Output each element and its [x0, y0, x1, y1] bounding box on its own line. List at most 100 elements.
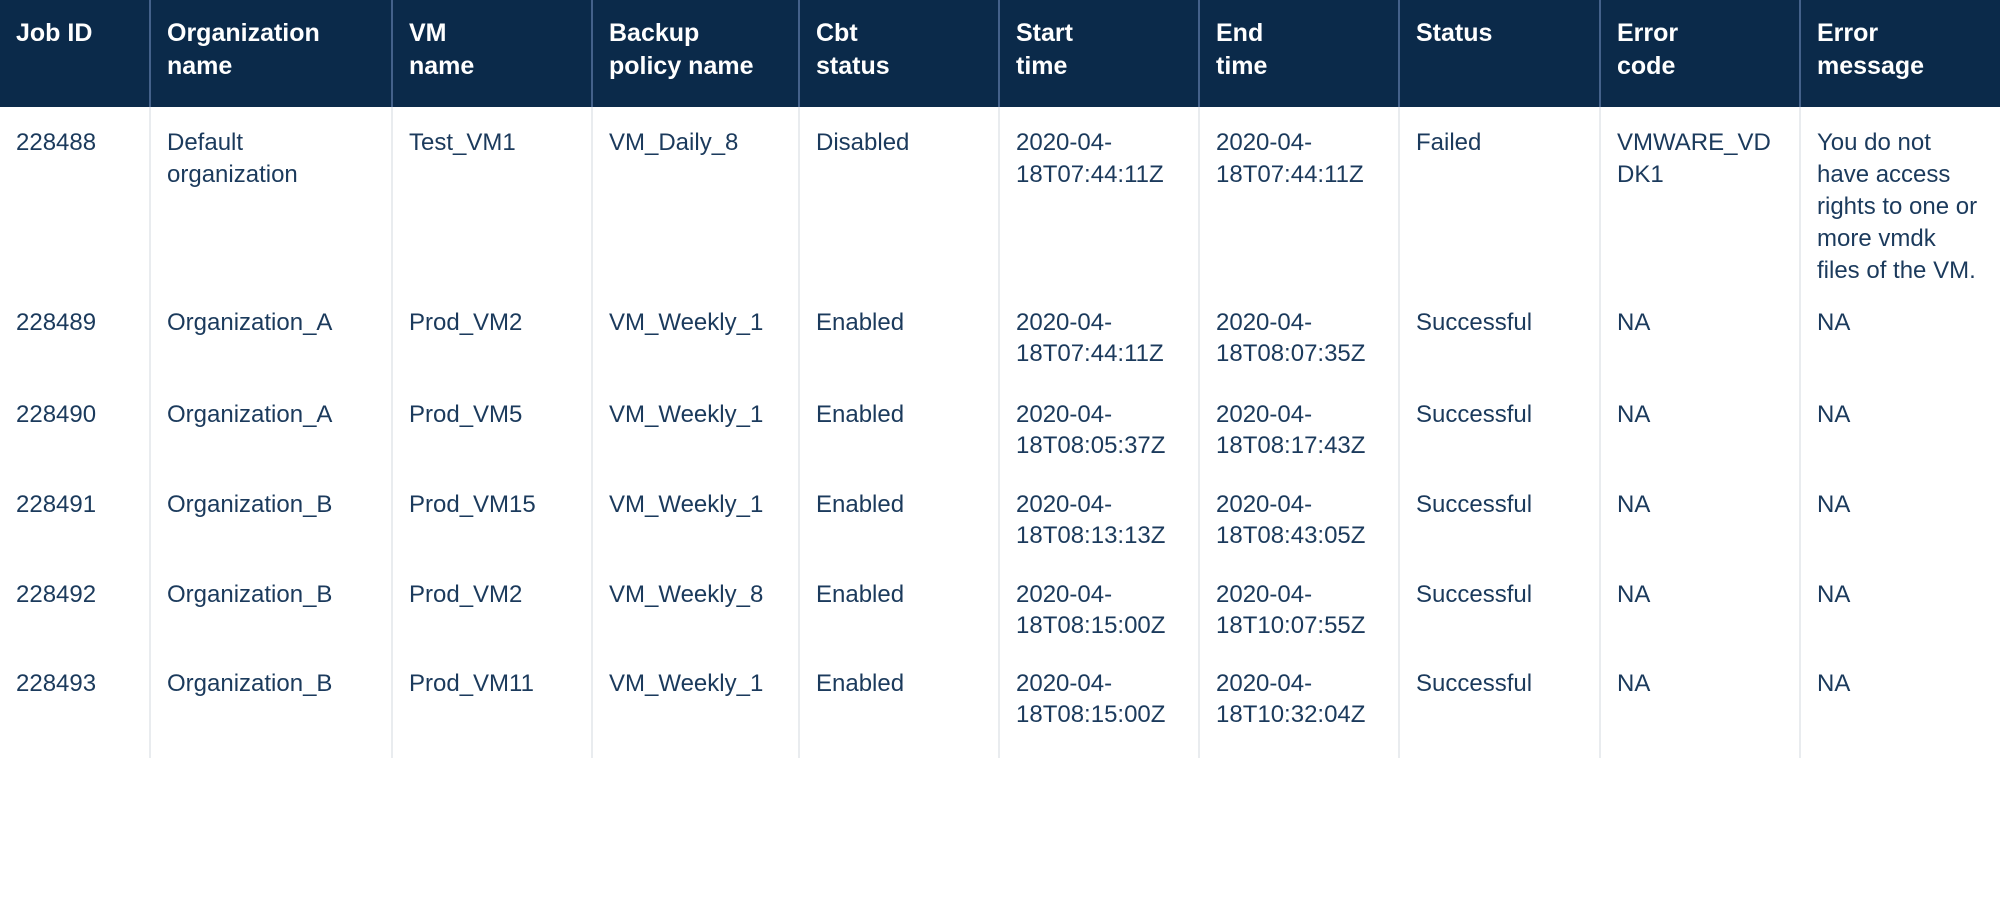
cell-value: Failed [1416, 129, 1482, 156]
cell-organization_name: Organization_B [150, 558, 393, 648]
cell-backup_policy_name: VM_Weekly_1 [592, 468, 800, 559]
column-header-label: name [167, 52, 233, 80]
cell-value: Prod_VM5 [409, 400, 523, 428]
cell-value: You do not have access rights to one or … [1817, 129, 1978, 284]
column-header-label: Status [1416, 19, 1493, 47]
cell-cbt_status: Enabled [799, 647, 1000, 758]
cell-end_time: 2020-04-18T07:44:11Z [1199, 107, 1400, 287]
cell-value: VM_Weekly_1 [609, 490, 764, 518]
cell-status: Successful [1399, 647, 1601, 758]
column-header-vm_name[interactable]: VM name [392, 0, 593, 107]
cell-value: 2020-04-18T08:17:43Z [1216, 400, 1366, 460]
cell-value: Successful [1416, 490, 1533, 518]
cell-end_time: 2020-04-18T08:17:43Z [1199, 378, 1400, 469]
column-header-organization_name[interactable]: Organization name [150, 0, 393, 107]
table-row[interactable]: 228488 Default organization Test_VM1 VM_Dai… [0, 107, 2000, 287]
cell-backup_policy_name: VM_Weekly_8 [592, 558, 800, 648]
cell-job_id: 228489 [0, 286, 151, 379]
cell-error_code: NA [1600, 468, 1801, 559]
cell-value: Enabled [816, 308, 905, 336]
cell-value: Test_VM1 [409, 129, 516, 156]
column-header-label: End [1216, 19, 1264, 47]
cell-value: 2020-04-18T08:07:35Z [1216, 308, 1366, 368]
cell-backup_policy_name: VM_Weekly_1 [592, 647, 800, 758]
cell-error_message: NA [1800, 559, 2000, 648]
cell-error_code: NA [1600, 286, 1801, 379]
cell-value: NA [1617, 669, 1651, 697]
cell-cbt_status: Enabled [799, 378, 1000, 469]
cell-job_id: 228490 [0, 378, 151, 469]
cell-value: Prod_VM2 [409, 580, 523, 608]
backup-jobs-table: Job ID Organization name VM name Backup policy… [0, 0, 2000, 758]
column-header-error_code[interactable]: Error code [1600, 0, 1801, 107]
cell-vm_name: Prod_VM11 [392, 647, 593, 758]
cell-error_message: NA [1800, 648, 2000, 758]
cell-organization_name: Organization_B [150, 468, 393, 559]
table-row[interactable]: 228492 Organization_B Prod_VM2 VM_Weekly_8 E… [0, 558, 2000, 648]
cell-value: Enabled [816, 580, 905, 608]
table-row[interactable]: 228490 Organization_A Prod_VM5 VM_Weekly_1 E… [0, 378, 2000, 469]
table-header: Job ID Organization name VM name Backup policy… [0, 0, 2000, 107]
cell-value: Disabled [816, 129, 910, 156]
cell-end_time: 2020-04-18T10:07:55Z [1199, 558, 1400, 648]
cell-value: NA [1817, 490, 1851, 518]
cell-error_message: NA [1800, 379, 2000, 469]
cell-organization_name: Default organization [150, 107, 393, 287]
column-header-label: policy name [609, 52, 754, 80]
cell-value: VM_Weekly_1 [609, 308, 764, 336]
table-row[interactable]: 228493 Organization_B Prod_VM11 VM_Weekly_1… [0, 647, 2000, 758]
column-header-label: Organization [167, 19, 320, 47]
cell-backup_policy_name: VM_Daily_8 [592, 107, 800, 287]
cell-job_id: 228492 [0, 558, 151, 648]
cell-backup_policy_name: VM_Weekly_1 [592, 286, 800, 379]
cell-value: Successful [1416, 308, 1533, 336]
cell-value: NA [1817, 308, 1851, 336]
cell-organization_name: Organization_A [150, 378, 393, 469]
cell-value: Prod_VM2 [409, 308, 523, 336]
cell-end_time: 2020-04-18T08:07:35Z [1199, 286, 1400, 379]
cell-status: Successful [1399, 558, 1601, 648]
cell-vm_name: Prod_VM2 [392, 558, 593, 648]
cell-value: 2020-04-18T08:43:05Z [1216, 490, 1366, 550]
column-header-start_time[interactable]: Start time [999, 0, 1200, 107]
cell-cbt_status: Disabled [799, 107, 1000, 287]
cell-vm_name: Prod_VM15 [392, 468, 593, 559]
cell-error_code: NA [1600, 558, 1801, 648]
cell-error_message: NA [1800, 287, 2000, 379]
cell-start_time: 2020-04-18T07:44:11Z [999, 286, 1200, 379]
table-row[interactable]: 228491 Organization_B Prod_VM15 VM_Weekly_1… [0, 468, 2000, 559]
column-header-end_time[interactable]: End time [1199, 0, 1400, 107]
cell-vm_name: Test_VM1 [392, 107, 593, 287]
table-body: 228488 Default organization Test_VM1 VM_Dai… [0, 107, 2000, 758]
cell-error_message: You do not have access rights to one or … [1800, 107, 2000, 287]
column-header-error_message[interactable]: Error message [1800, 0, 2000, 107]
cell-value: Prod_VM15 [409, 490, 536, 518]
table-header-row: Job ID Organization name VM name Backup policy… [0, 0, 2000, 107]
cell-cbt_status: Enabled [799, 558, 1000, 648]
cell-value: Enabled [816, 400, 905, 428]
cell-status: Failed [1399, 107, 1601, 287]
column-header-status[interactable]: Status [1399, 0, 1601, 107]
column-header-backup_policy_name[interactable]: Backup policy name [592, 0, 800, 107]
column-header-cbt_status[interactable]: Cbt status [799, 0, 1000, 107]
column-header-label: time [1016, 52, 1068, 80]
cell-value: 228491 [16, 490, 97, 518]
cell-value: 228493 [16, 669, 97, 697]
cell-value: 228488 [16, 129, 97, 156]
column-header-job_id[interactable]: Job ID [0, 0, 151, 107]
cell-value: NA [1617, 580, 1651, 608]
cell-value: 2020-04-18T08:13:13Z [1016, 490, 1166, 550]
column-header-label: Error [1817, 19, 1879, 47]
cell-value: NA [1617, 490, 1651, 518]
cell-value: VMWARE_VDDK1 [1617, 129, 1771, 188]
cell-value: Organization_A [167, 308, 333, 336]
column-header-label: message [1817, 52, 1925, 80]
cell-end_time: 2020-04-18T08:43:05Z [1199, 468, 1400, 559]
table-row[interactable]: 228489 Organization_A Prod_VM2 VM_Weekly_1 E… [0, 286, 2000, 379]
cell-value: VM_Daily_8 [609, 129, 739, 156]
column-header-label: Cbt [816, 19, 858, 47]
cell-error_message: NA [1800, 469, 2000, 559]
cell-value: Successful [1416, 580, 1533, 608]
cell-value: Successful [1416, 400, 1533, 428]
cell-vm_name: Prod_VM5 [392, 378, 593, 469]
